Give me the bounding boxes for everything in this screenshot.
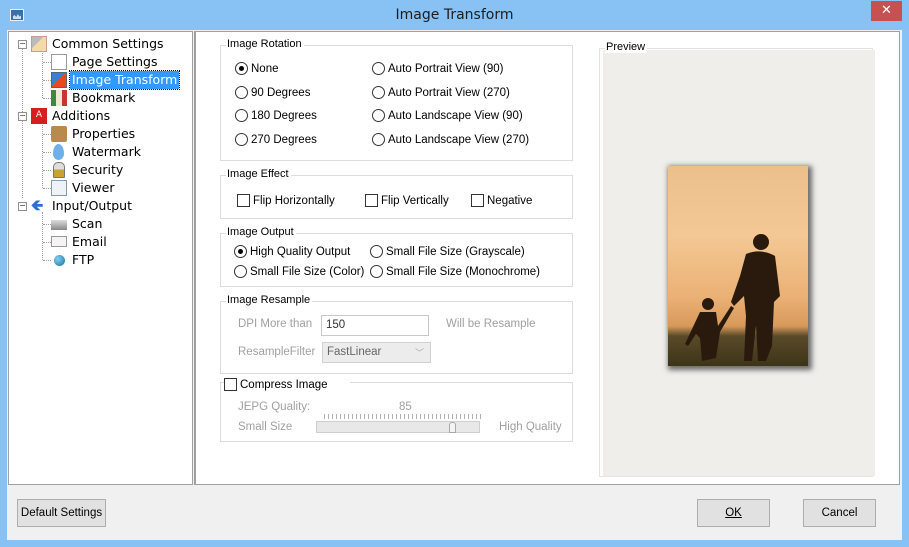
tree-connector [42,122,43,188]
cancel-button[interactable]: Cancel [803,499,876,527]
resample-filter-label: ResampleFilter [238,346,316,358]
close-button[interactable]: ✕ [871,1,902,21]
image-effect-legend: Image Effect [226,168,291,180]
tree-connector [22,48,23,198]
auto-landscape-270-radio[interactable]: Auto Landscape View (270) [372,133,529,147]
tree-item-scan[interactable]: Scan [51,215,104,233]
image-transform-icon [51,72,67,88]
tree-item-bookmark[interactable]: Bookmark [51,89,137,107]
magnifier-icon [51,180,67,196]
resample-filter-select[interactable]: FastLinear ﹀ [322,342,431,363]
preview-area [603,50,875,476]
watermark-icon [53,144,64,160]
pdf-icon: A [31,108,47,124]
window-title: Image Transform [395,7,514,23]
compress-image-group: Compress Image JEPG Quality: 85 Small Si… [220,378,573,442]
properties-icon [51,126,67,142]
tree-item-ftp[interactable]: FTP [51,251,96,269]
collapse-additions[interactable]: − [18,112,27,121]
preview-legend: Preview [605,41,648,53]
dpi-suffix-label: Will be Resample [446,318,536,330]
negative-checkbox[interactable]: Negative [471,194,532,208]
image-rotation-group: Image Rotation None 90 Degrees 180 Degre… [220,38,573,161]
title-bar: Image Transform ✕ [0,0,909,30]
tree-item-email[interactable]: Email [51,233,109,251]
envelope-icon [51,236,67,247]
scanner-icon [51,220,67,230]
dpi-input[interactable]: 150 [321,315,429,336]
jpeg-quality-slider[interactable] [316,421,480,433]
image-resample-legend: Image Resample [226,294,313,306]
compress-image-checkbox[interactable]: Compress Image [224,378,350,392]
image-resample-group: Image Resample DPI More than 150 Will be… [220,294,573,374]
silhouette-graphic [685,234,780,361]
globe-icon [54,255,65,266]
rotation-180-radio[interactable]: 180 Degrees [235,109,317,123]
flip-vertically-checkbox[interactable]: Flip Vertically [365,194,449,208]
collapse-common-settings[interactable]: − [18,40,27,49]
image-output-group: Image Output High Quality Output Small F… [220,226,573,287]
high-quality-output-radio[interactable]: High Quality Output [234,245,350,259]
rotation-270-radio[interactable]: 270 Degrees [235,133,317,147]
tree-connector [42,50,43,98]
rotation-90-radio[interactable]: 90 Degrees [235,86,310,100]
image-transform-dialog: Image Transform ✕ − Common Settings Page… [0,0,909,547]
settings-icon [31,36,47,52]
dialog-body: − Common Settings Page Settings Image Tr… [7,30,902,540]
radio-selected [235,62,248,75]
tree-item-additions[interactable]: A Additions [31,107,112,125]
page-settings-icon [51,54,67,70]
tree-item-watermark[interactable]: Watermark [51,143,143,161]
flip-horizontally-checkbox[interactable]: Flip Horizontally [237,194,335,208]
image-rotation-legend: Image Rotation [226,38,304,50]
tree-item-properties[interactable]: Properties [51,125,137,143]
tree-connector [42,212,43,260]
small-size-label: Small Size [238,421,293,433]
rotation-none-radio[interactable]: None [235,62,279,76]
tree-item-security[interactable]: Security [51,161,125,179]
tree-item-viewer[interactable]: Viewer [51,179,117,197]
tree-item-common-settings[interactable]: Common Settings [31,35,166,53]
image-effect-group: Image Effect Flip Horizontally Flip Vert… [220,168,573,219]
ok-button[interactable]: OK [697,499,770,527]
default-settings-button[interactable]: Default Settings [17,499,106,527]
arrow-left-icon: 🡸 [31,196,44,214]
preview-image [668,166,808,366]
tree-item-page-settings[interactable]: Page Settings [51,53,160,71]
small-file-grayscale-radio[interactable]: Small File Size (Grayscale) [370,245,525,259]
lock-icon [53,162,65,178]
high-quality-label: High Quality [499,421,562,433]
tree-item-input-output[interactable]: 🡸 Input/Output [31,197,134,215]
small-file-color-radio[interactable]: Small File Size (Color) [234,265,364,279]
close-icon: ✕ [881,3,892,18]
bookmark-icon [51,90,67,106]
image-output-legend: Image Output [226,226,296,238]
slider-ticks [324,414,482,419]
jpeg-quality-value: 85 [399,401,412,413]
settings-panel: Image Rotation None 90 Degrees 180 Degre… [194,31,900,485]
settings-tree: − Common Settings Page Settings Image Tr… [8,31,193,485]
jpeg-quality-label: JEPG Quality: [238,401,311,413]
slider-thumb[interactable] [449,422,456,433]
tree-item-image-transform[interactable]: Image Transform [51,70,181,90]
auto-portrait-90-radio[interactable]: Auto Portrait View (90) [372,62,503,76]
auto-landscape-90-radio[interactable]: Auto Landscape View (90) [372,109,523,123]
collapse-input-output[interactable]: − [18,202,27,211]
chevron-down-icon: ﹀ [414,348,424,358]
auto-portrait-270-radio[interactable]: Auto Portrait View (270) [372,86,510,100]
dpi-label: DPI More than [238,318,313,330]
small-file-monochrome-radio[interactable]: Small File Size (Monochrome) [370,265,540,279]
